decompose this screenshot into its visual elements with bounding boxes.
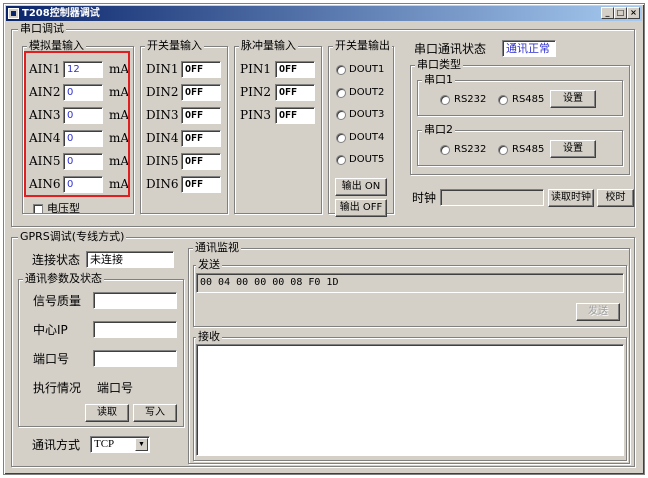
dout4-label: DOUT4 <box>349 132 385 143</box>
dout4-radio[interactable] <box>336 133 346 143</box>
window-title: T208控制器调试 <box>22 8 100 19</box>
din3-label: DIN3 <box>146 108 179 122</box>
port1-rs232-label: RS232 <box>454 94 487 105</box>
minimize-button[interactable]: _ <box>601 7 614 19</box>
gprs-debug-group: GPRS调试(专线方式) 连接状态 未连接 通讯参数及状态 信号质量 中心IP … <box>11 230 635 467</box>
port2-rs485-label: RS485 <box>512 144 545 155</box>
receive-group: 接收 <box>193 330 627 461</box>
serial-debug-group: 串口调试 模拟量输入 AIN1 12 mA AIN2 0 mA AIN3 0 m… <box>11 22 635 227</box>
din6-label: DIN6 <box>146 177 179 191</box>
highlight-box <box>24 51 130 197</box>
dout3-label: DOUT3 <box>349 109 385 120</box>
comm-mode-value: TCP <box>94 438 115 450</box>
comm-monitor-title: 通讯监视 <box>193 241 241 255</box>
output-on-button[interactable]: 输出 ON <box>335 178 387 196</box>
port-type-group: 串口类型 串口1 RS232 RS485 设置 串口2 RS232 RS485 … <box>410 58 630 175</box>
dout5-radio[interactable] <box>336 155 346 165</box>
app-icon <box>8 8 19 19</box>
signal-quality-field <box>93 292 177 309</box>
port2-rs232-label: RS232 <box>454 144 487 155</box>
din1-label: DIN1 <box>146 62 179 76</box>
calibrate-time-button[interactable]: 校时 <box>597 189 634 207</box>
port2-title: 串口2 <box>422 123 455 137</box>
comm-params-title: 通讯参数及状态 <box>23 272 104 286</box>
voltage-type-label: 电压型 <box>47 202 80 215</box>
receive-content-area[interactable] <box>196 344 624 456</box>
title-bar: T208控制器调试 _ □ × <box>6 6 642 21</box>
connection-status-label: 连接状态 <box>32 253 81 267</box>
din6-field[interactable]: OFF <box>181 176 221 193</box>
port2-settings-button[interactable]: 设置 <box>550 140 596 158</box>
clock-label: 时钟 <box>412 191 437 205</box>
pin1-label: PIN1 <box>240 62 271 76</box>
clock-field <box>440 189 544 206</box>
port2-group: 串口2 RS232 RS485 设置 <box>417 123 623 166</box>
din5-label: DIN5 <box>146 154 179 168</box>
digital-input-title: 开关量输入 <box>145 39 204 53</box>
din4-label: DIN4 <box>146 131 179 145</box>
main-window: T208控制器调试 _ □ × 串口调试 模拟量输入 AIN1 12 mA AI… <box>3 3 645 475</box>
dout1-radio[interactable] <box>336 65 346 75</box>
receive-title: 接收 <box>196 330 222 344</box>
read-clock-button[interactable]: 读取时钟 <box>548 189 594 207</box>
send-group: 发送 00 04 00 00 00 08 F0 1D 发送 <box>193 258 627 327</box>
maximize-button[interactable]: □ <box>614 7 627 19</box>
send-content-field[interactable]: 00 04 00 00 00 08 F0 1D <box>196 273 624 293</box>
port1-rs232-radio[interactable] <box>440 95 450 105</box>
gprs-debug-title: GPRS调试(专线方式) <box>18 230 127 244</box>
comm-mode-select[interactable]: TCP ▼ <box>90 436 150 453</box>
pulse-input-title: 脉冲量输入 <box>239 39 298 53</box>
dout2-radio[interactable] <box>336 88 346 98</box>
pin1-field[interactable]: OFF <box>275 61 315 78</box>
din3-field[interactable]: OFF <box>181 107 221 124</box>
close-button[interactable]: × <box>627 7 640 19</box>
port1-rs485-radio[interactable] <box>498 95 508 105</box>
port1-group: 串口1 RS232 RS485 设置 <box>417 73 623 116</box>
comm-status-field: 通讯正常 <box>502 40 556 57</box>
din1-field[interactable]: OFF <box>181 61 221 78</box>
center-ip-field[interactable] <box>93 321 177 338</box>
port-type-title: 串口类型 <box>415 58 463 72</box>
comm-params-group: 通讯参数及状态 信号质量 中心IP 端口号 执行情况 端口号 读取 写入 <box>18 272 184 427</box>
signal-quality-label: 信号质量 <box>33 294 82 308</box>
exec-status-label: 执行情况 <box>33 381 82 395</box>
pin3-field[interactable]: OFF <box>275 107 315 124</box>
port1-rs485-label: RS485 <box>512 94 545 105</box>
pin2-label: PIN2 <box>240 85 271 99</box>
comm-status-label: 串口通讯状态 <box>414 42 487 56</box>
chevron-down-icon[interactable]: ▼ <box>135 438 148 451</box>
dout5-label: DOUT5 <box>349 154 385 165</box>
dout1-label: DOUT1 <box>349 64 385 75</box>
port2-rs232-radio[interactable] <box>440 145 450 155</box>
port-number-label: 端口号 <box>33 352 70 366</box>
din2-label: DIN2 <box>146 85 179 99</box>
send-button[interactable]: 发送 <box>576 303 620 321</box>
port2-rs485-radio[interactable] <box>498 145 508 155</box>
din5-field[interactable]: OFF <box>181 153 221 170</box>
serial-debug-title: 串口调试 <box>18 22 66 36</box>
read-button[interactable]: 读取 <box>85 404 129 422</box>
digital-output-title: 开关量输出 <box>333 39 392 53</box>
dout2-label: DOUT2 <box>349 87 385 98</box>
exec-status-value: 端口号 <box>97 381 134 395</box>
send-title: 发送 <box>196 258 222 272</box>
dout3-radio[interactable] <box>336 110 346 120</box>
port1-title: 串口1 <box>422 73 455 87</box>
port-number-field[interactable] <box>93 350 177 367</box>
pin2-field[interactable]: OFF <box>275 84 315 101</box>
connection-status-field: 未连接 <box>86 251 174 268</box>
pulse-input-group: 脉冲量输入 PIN1 OFF PIN2 OFF PIN3 OFF <box>234 39 322 214</box>
comm-monitor-group: 通讯监视 发送 00 04 00 00 00 08 F0 1D 发送 接收 <box>188 241 630 464</box>
port1-settings-button[interactable]: 设置 <box>550 90 596 108</box>
digital-input-group: 开关量输入 DIN1 OFF DIN2 OFF DIN3 OFF DIN4 OF… <box>140 39 228 214</box>
comm-mode-label: 通讯方式 <box>32 438 81 452</box>
din2-field[interactable]: OFF <box>181 84 221 101</box>
write-button[interactable]: 写入 <box>133 404 177 422</box>
center-ip-label: 中心IP <box>33 323 68 337</box>
output-off-button[interactable]: 输出 OFF <box>335 199 387 217</box>
din4-field[interactable]: OFF <box>181 130 221 147</box>
voltage-type-checkbox[interactable] <box>33 204 43 214</box>
pin3-label: PIN3 <box>240 108 271 122</box>
digital-output-group: 开关量输出 DOUT1 DOUT2 DOUT3 DOUT4 DOUT5 输出 O… <box>328 39 394 217</box>
